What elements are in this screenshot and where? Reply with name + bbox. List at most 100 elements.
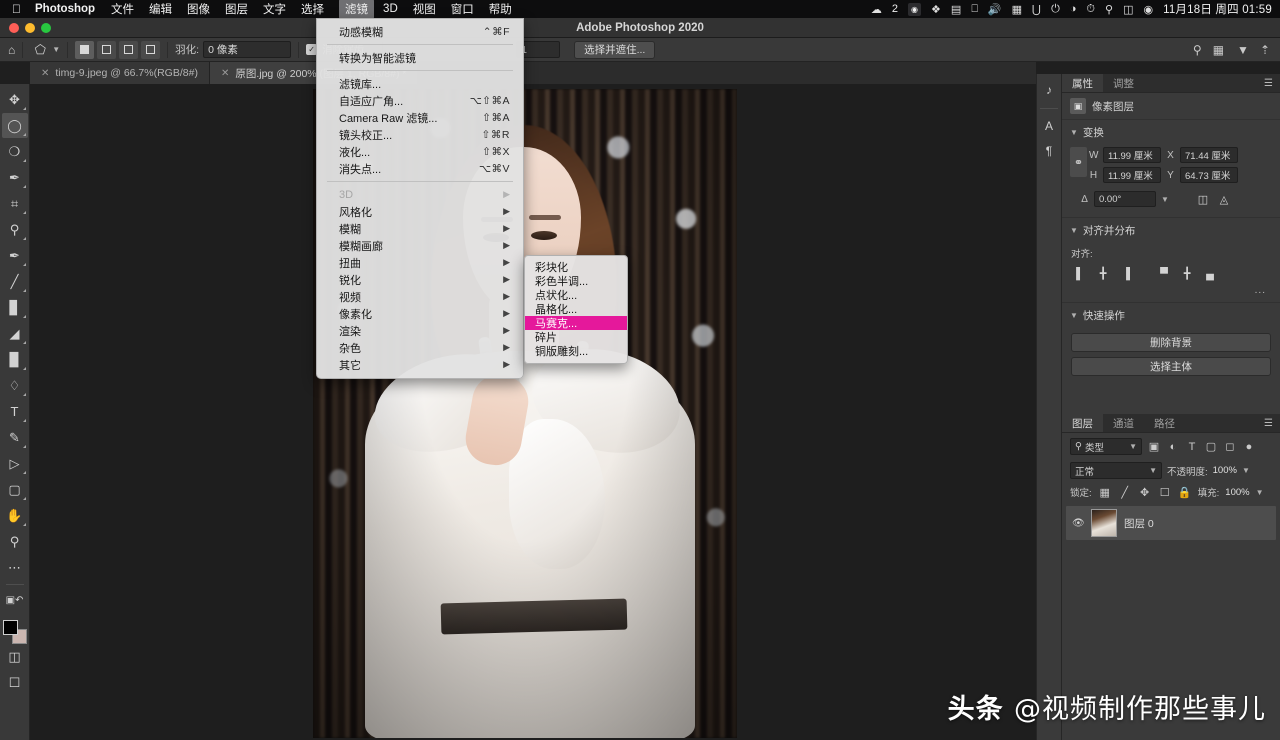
- submenu-item-color-halftone-block[interactable]: 彩块化: [525, 260, 627, 274]
- dropbox-icon[interactable]: ❖: [931, 3, 941, 16]
- gradient-tool[interactable]: ▉: [2, 347, 28, 372]
- menu-item-stylize[interactable]: 风格化 ▶: [317, 203, 523, 220]
- apple-icon[interactable]: : [12, 3, 21, 15]
- select-and-mask-button[interactable]: 选择并遮住...: [574, 41, 655, 59]
- link-icon[interactable]: ⚭: [1070, 147, 1087, 177]
- tab-paths[interactable]: 路径: [1144, 414, 1185, 432]
- character-icon[interactable]: A: [1038, 115, 1060, 137]
- search-icon[interactable]: ⚲: [1105, 3, 1113, 16]
- menu-item-other[interactable]: 其它 ▶: [317, 356, 523, 373]
- flip-vertical-icon[interactable]: ◬: [1216, 192, 1232, 207]
- chevron-down-icon[interactable]: ▼: [52, 45, 60, 54]
- chevron-down-icon[interactable]: ▼: [1242, 466, 1250, 475]
- shape-tool[interactable]: ▢: [2, 477, 28, 502]
- current-tool-icon[interactable]: ⬠: [30, 41, 50, 59]
- align-left-icon[interactable]: ▌: [1072, 266, 1088, 281]
- screen-record-icon[interactable]: ◉: [908, 3, 921, 16]
- lock-transparent-icon[interactable]: ▦: [1098, 486, 1112, 499]
- remove-background-button[interactable]: 删除背景: [1071, 333, 1271, 352]
- menu-item-distort[interactable]: 扭曲 ▶: [317, 254, 523, 271]
- submenu-item-pointillize[interactable]: 点状化...: [525, 288, 627, 302]
- filter-smart-icon[interactable]: ◻: [1223, 440, 1237, 453]
- menu-layer[interactable]: 图层: [225, 1, 248, 17]
- display-icon[interactable]: ⎕: [971, 3, 978, 16]
- chevron-down-icon[interactable]: ▼: [1149, 466, 1157, 475]
- menu-item-vanishing-point[interactable]: 消失点... ⌥⌘V: [317, 160, 523, 177]
- volume-icon[interactable]: 🔊: [988, 3, 1002, 16]
- menu-item-noise[interactable]: 杂色 ▶: [317, 339, 523, 356]
- quick-actions-section-header[interactable]: ▼ 快速操作: [1062, 302, 1280, 328]
- menu-bar-clock[interactable]: 11月18日 周四 01:59: [1163, 1, 1272, 17]
- close-icon[interactable]: ✕: [41, 68, 49, 79]
- quick-mask-icon[interactable]: ◫: [2, 644, 28, 669]
- transform-section-header[interactable]: ▼ 变换: [1062, 119, 1280, 145]
- align-center-h-icon[interactable]: ╋: [1095, 266, 1111, 281]
- brush-tool[interactable]: ╱: [2, 269, 28, 294]
- share-icon[interactable]: ⇡: [1260, 43, 1270, 57]
- chevron-down-icon[interactable]: ▼: [1070, 226, 1078, 235]
- chevron-down-icon[interactable]: ▼: [1070, 311, 1078, 320]
- x-input[interactable]: 71.44 厘米: [1180, 147, 1238, 163]
- align-more-icon[interactable]: ...: [1062, 283, 1280, 302]
- menu-select[interactable]: 选择: [301, 1, 324, 17]
- eye-icon[interactable]: 👁: [1072, 518, 1084, 529]
- ime-icon[interactable]: ▦: [1012, 3, 1022, 16]
- menu-help[interactable]: 帮助: [489, 1, 512, 17]
- menu-file[interactable]: 文件: [111, 1, 134, 17]
- battery-icon[interactable]: ⏻: [1051, 3, 1060, 16]
- more-tools-icon[interactable]: ⋯: [2, 555, 28, 580]
- align-section-header[interactable]: ▼ 对齐并分布: [1062, 217, 1280, 243]
- chevron-down-icon[interactable]: ▼: [1256, 488, 1264, 497]
- tab-properties[interactable]: 属性: [1062, 74, 1103, 92]
- layer-name[interactable]: 图层 0: [1124, 516, 1154, 531]
- healing-brush-tool[interactable]: ✒: [2, 243, 28, 268]
- menu-item-pixelate[interactable]: 像素化 ▶: [317, 305, 523, 322]
- filter-toggle-icon[interactable]: ●: [1242, 441, 1256, 453]
- foreground-color-swatch[interactable]: [3, 620, 18, 635]
- filter-pixel-icon[interactable]: ▣: [1147, 440, 1161, 453]
- menu-item-blur[interactable]: 模糊 ▶: [317, 220, 523, 237]
- menu-image[interactable]: 图像: [187, 1, 210, 17]
- home-icon[interactable]: ⌂: [8, 43, 15, 57]
- wifi-icon[interactable]: ◑: [1070, 3, 1077, 15]
- submenu-item-color-halftone[interactable]: 彩色半调...: [525, 274, 627, 288]
- workspace-icon[interactable]: ▦: [1213, 43, 1224, 57]
- input-source-icon[interactable]: ▤: [951, 3, 961, 16]
- align-top-icon[interactable]: ▀: [1156, 266, 1172, 281]
- filter-shape-icon[interactable]: ▢: [1204, 440, 1218, 453]
- history-brush-icon[interactable]: ♪: [1038, 79, 1060, 101]
- menu-item-filter-gallery[interactable]: 滤镜库...: [317, 75, 523, 92]
- angle-input[interactable]: 0.00°: [1094, 191, 1156, 207]
- filter-adjustment-icon[interactable]: ◐: [1166, 441, 1180, 453]
- chevron-down-icon[interactable]: ▼: [1161, 195, 1169, 204]
- chevron-down-icon[interactable]: ▼: [1237, 43, 1249, 57]
- filter-type-icon[interactable]: T: [1185, 441, 1199, 453]
- eyedropper-tool[interactable]: ⚲: [2, 217, 28, 242]
- paragraph-icon[interactable]: ¶: [1038, 140, 1060, 162]
- tab-layers[interactable]: 图层: [1062, 414, 1103, 432]
- y-input[interactable]: 64.73 厘米: [1180, 167, 1238, 183]
- bluetooth-icon[interactable]: ⋃: [1032, 3, 1041, 16]
- intersect-selection-button[interactable]: [141, 41, 160, 59]
- feather-input[interactable]: 0 像素: [203, 41, 291, 58]
- blend-mode-select[interactable]: 正常 ▼: [1070, 462, 1162, 479]
- menu-item-render[interactable]: 渲染 ▶: [317, 322, 523, 339]
- align-bottom-icon[interactable]: ▄: [1202, 266, 1218, 281]
- tab-adjustments[interactable]: 调整: [1103, 74, 1144, 92]
- add-to-selection-button[interactable]: [97, 41, 116, 59]
- canvas-area[interactable]: [30, 84, 1036, 740]
- menu-item-last-filter[interactable]: 动感模糊 ⌃⌘F: [317, 23, 523, 40]
- marquee-tool[interactable]: ◯: [2, 113, 28, 138]
- lock-position-icon[interactable]: ✥: [1138, 486, 1152, 499]
- lock-nesting-icon[interactable]: ☐: [1158, 486, 1172, 499]
- width-input[interactable]: 11.99 厘米: [1103, 147, 1161, 163]
- height-input[interactable]: 11.99 厘米: [1103, 167, 1161, 183]
- flip-horizontal-icon[interactable]: ◫: [1195, 192, 1211, 207]
- lock-image-icon[interactable]: ╱: [1118, 486, 1132, 499]
- menu-item-lens-correction[interactable]: 镜头校正... ⇧⌘R: [317, 126, 523, 143]
- subtract-from-selection-button[interactable]: [119, 41, 138, 59]
- submenu-item-fragment[interactable]: 碎片: [525, 330, 627, 344]
- new-selection-button[interactable]: [75, 41, 94, 59]
- menu-type[interactable]: 文字: [263, 1, 286, 17]
- tab-channels[interactable]: 通道: [1103, 414, 1144, 432]
